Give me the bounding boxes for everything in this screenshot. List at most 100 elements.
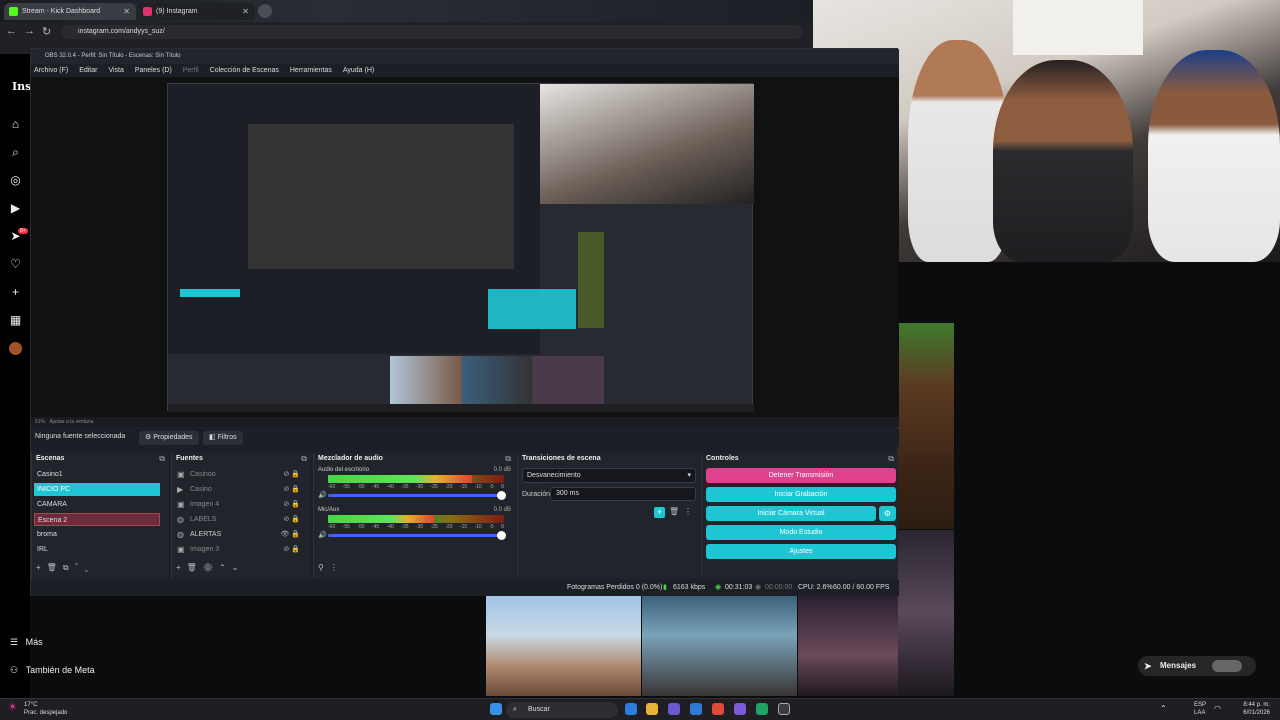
url-input[interactable]: instagram.com/andyys_suz/: [62, 25, 802, 39]
source-item[interactable]: ▣ Imagen 4 ⊘ 🔒: [174, 498, 304, 511]
more-icon[interactable]: ⋮: [684, 507, 692, 516]
stop-stream-button[interactable]: Detener Transmisión: [706, 468, 896, 483]
outlook-icon[interactable]: [690, 703, 702, 715]
app-icon[interactable]: [734, 703, 746, 715]
slider-knob[interactable]: [497, 491, 506, 500]
trash-icon[interactable]: 🗑: [669, 507, 679, 516]
scene-item[interactable]: Escena 2: [34, 513, 160, 526]
menu-item[interactable]: Archivo (F): [34, 67, 68, 74]
tab-label: Stream - Kick Dashboard: [22, 8, 101, 15]
language-indicator[interactable]: ESP LAA: [1194, 701, 1206, 717]
taskbar-search[interactable]: ⌕ Buscar: [506, 702, 618, 718]
volume-slider[interactable]: [328, 531, 506, 540]
menu-item[interactable]: Editar: [79, 67, 97, 74]
scene-item[interactable]: CAMARA: [34, 498, 160, 511]
wifi-icon[interactable]: ◠: [1214, 704, 1221, 713]
dock-menu-icon[interactable]: ⧉: [159, 454, 165, 464]
volume-slider[interactable]: [328, 491, 506, 500]
transition-select[interactable]: Desvanecimiento ▾: [522, 468, 696, 483]
search-icon[interactable]: ⌕: [9, 146, 22, 159]
menu-item[interactable]: Colección de Escenas: [210, 67, 279, 74]
mixer-toolbar[interactable]: ⚲⋮: [318, 563, 344, 572]
reels-icon[interactable]: ▶: [9, 202, 22, 215]
back-icon[interactable]: ←: [6, 25, 17, 37]
studio-mode-button[interactable]: Modo Estudio: [706, 525, 896, 540]
dock-menu-icon[interactable]: ⧉: [301, 454, 307, 464]
app-icon[interactable]: [668, 703, 680, 715]
filters-button[interactable]: ◧ Filtros: [203, 431, 243, 445]
properties-button[interactable]: ⚙ Propiedades: [139, 431, 199, 445]
plus-icon[interactable]: +: [9, 286, 22, 299]
tab-kick[interactable]: Stream - Kick Dashboard ✕: [4, 3, 136, 20]
gear-icon[interactable]: ⚙: [879, 506, 896, 521]
chrome-icon[interactable]: [712, 703, 724, 715]
controls-dock: Controles ⧉ Detener Transmisión Iniciar …: [701, 453, 898, 579]
edge-icon[interactable]: [625, 703, 637, 715]
duration-input[interactable]: 300 ms: [550, 487, 696, 501]
folder-icon[interactable]: [646, 703, 658, 715]
source-item[interactable]: ◍ ALERTAS 👁 🔒: [174, 528, 304, 541]
reload-icon[interactable]: ↻: [42, 25, 51, 38]
speaker-icon[interactable]: 🔊: [318, 491, 327, 499]
scale-tick: -25: [430, 484, 438, 490]
menu-icon: ☰: [10, 637, 19, 647]
scale-tick: -5: [489, 484, 494, 490]
add-transition-button[interactable]: +: [654, 507, 665, 518]
source-item[interactable]: ▣ Casinoo ⊘ 🔒: [174, 468, 304, 481]
chevron-up-icon[interactable]: ⌃: [1160, 704, 1167, 713]
fit-window[interactable]: Ajustar a la ventana: [49, 419, 93, 425]
post-thumbnail[interactable]: [798, 595, 898, 696]
source-item[interactable]: ▣ Imagen 3 ⊘ 🔒: [174, 543, 304, 556]
menu-item[interactable]: Ayuda (H): [343, 67, 374, 74]
scene-item-selected[interactable]: INICIO PC: [34, 483, 160, 496]
scale-tick: -5: [489, 524, 494, 530]
source-item[interactable]: ▶ Casino ⊘ 🔒: [174, 483, 304, 496]
kick-icon: [9, 7, 18, 16]
tab-instagram[interactable]: (9) Instagram ✕: [138, 3, 255, 20]
profile-avatar[interactable]: [9, 342, 22, 355]
menu-item[interactable]: Perfil: [183, 67, 199, 74]
dashboard-icon[interactable]: ▦: [9, 314, 22, 327]
nested-controls: [488, 289, 576, 329]
menu-item[interactable]: Vista: [108, 67, 123, 74]
taskbar-clock[interactable]: 8:44 p. m. 6/01/2026: [1243, 701, 1270, 717]
start-virtual-cam-button[interactable]: Iniciar Cámara Virtual: [706, 506, 876, 521]
close-icon[interactable]: ✕: [123, 3, 130, 20]
scene-toolbar[interactable]: +🗑⧉⌃⌄: [36, 563, 94, 573]
audio-mixer-dock: Mezclador de audio ⧉ Audio del escritori…: [313, 453, 515, 579]
heart-icon[interactable]: ♡: [9, 258, 22, 271]
new-tab-button[interactable]: [258, 4, 272, 18]
menu-item[interactable]: Herramientas: [290, 67, 332, 74]
forward-icon[interactable]: →: [24, 25, 35, 37]
menu-item[interactable]: Paneles (D): [135, 67, 172, 74]
obs-status-bar: Fotogramas Perdidos 0 (0.0%) ▮ 6163 kbps…: [31, 580, 899, 596]
scene-item[interactable]: broma: [34, 528, 160, 541]
scene-item[interactable]: Casino1: [34, 468, 160, 481]
zoom-level[interactable]: 61%: [35, 419, 45, 425]
scale-tick: -35: [401, 524, 409, 530]
post-thumbnail[interactable]: [642, 595, 797, 696]
settings-button[interactable]: Ajustes: [706, 544, 896, 559]
speaker-icon[interactable]: 🔊: [318, 531, 327, 539]
messages-button[interactable]: ➤ Mensajes: [1138, 656, 1256, 676]
home-icon[interactable]: ⌂: [9, 118, 22, 131]
source-item[interactable]: ◍ LABELS ⊘ 🔒: [174, 513, 304, 526]
close-icon[interactable]: ✕: [242, 3, 249, 20]
obs-icon[interactable]: [778, 703, 790, 715]
explore-icon[interactable]: ◎: [9, 174, 22, 187]
slider-knob[interactable]: [497, 531, 506, 540]
obs-preview[interactable]: [31, 77, 899, 417]
windows-start-icon[interactable]: [490, 703, 502, 715]
post-thumbnail[interactable]: [486, 595, 641, 696]
obs-window: OBS 32.0.4 - Perfil: Sin Título - Escena…: [30, 48, 899, 596]
dock-menu-icon[interactable]: ⧉: [505, 454, 511, 464]
more-menu[interactable]: ☰ Más: [10, 637, 43, 648]
person-center: [993, 60, 1133, 262]
dock-menu-icon[interactable]: ⧉: [888, 454, 894, 464]
weather-widget[interactable]: 17°C Prac. despejado: [24, 701, 67, 717]
app-icon[interactable]: [756, 703, 768, 715]
also-from-meta[interactable]: ⚇ También de Meta: [10, 665, 95, 676]
scene-item[interactable]: IRL: [34, 543, 160, 556]
start-recording-button[interactable]: Iniciar Grabación: [706, 487, 896, 502]
source-toolbar[interactable]: +🗑⚙⌃⌄: [176, 563, 244, 572]
